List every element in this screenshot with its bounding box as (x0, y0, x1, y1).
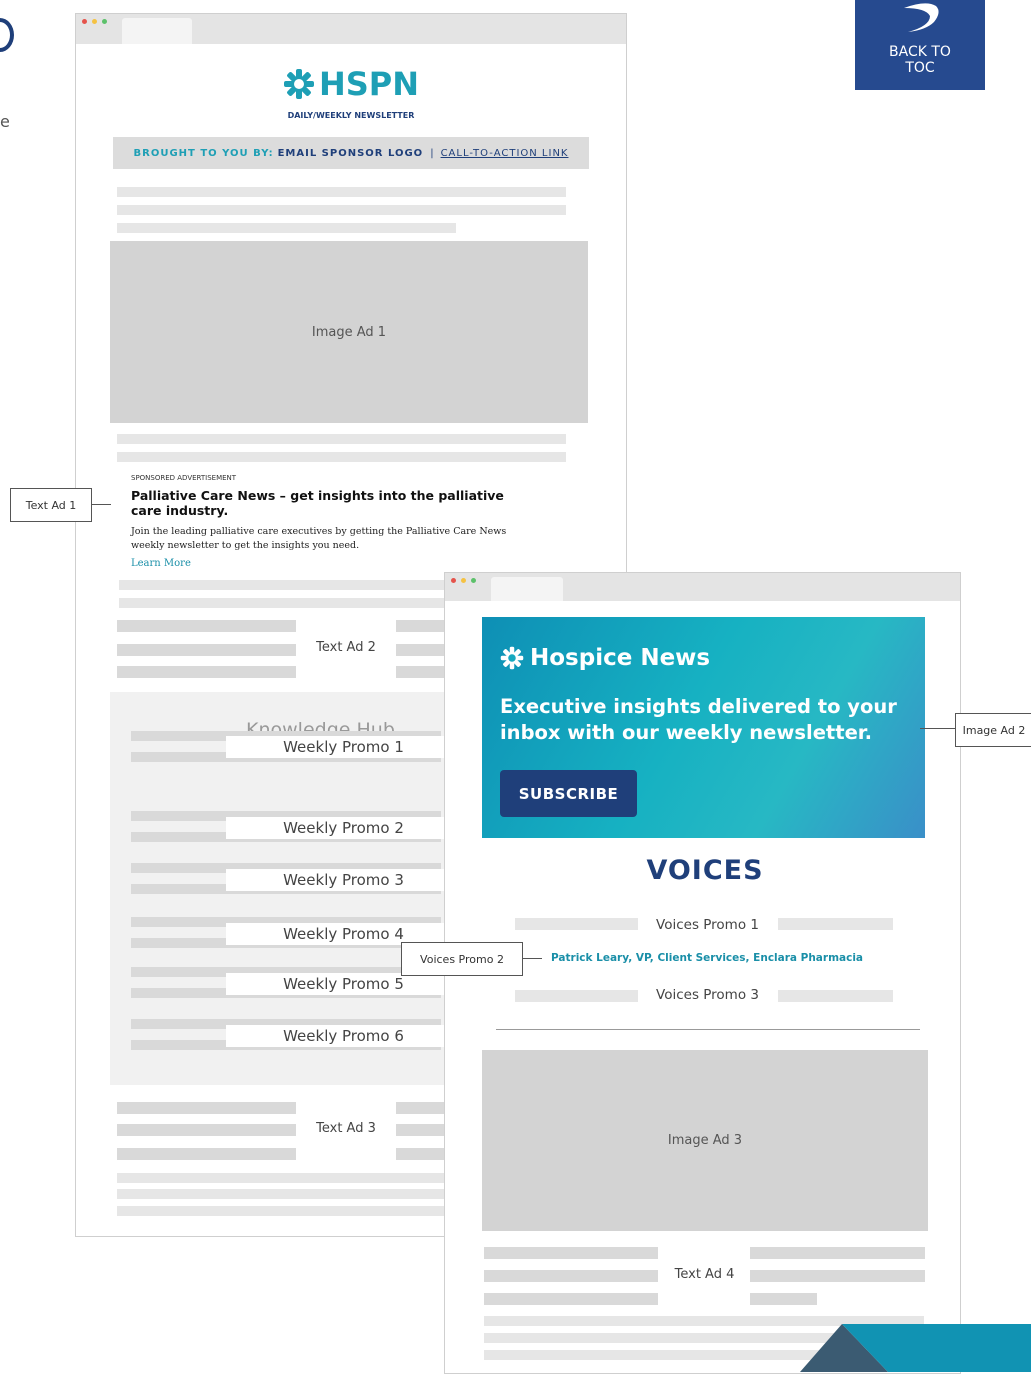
placeholder-line (117, 1148, 296, 1160)
voices-promo-1[interactable]: Voices Promo 1 (640, 917, 775, 933)
hospice-banner-text-line2: inbox with our weekly newsletter. (500, 721, 873, 744)
image-ad-2-callout: Image Ad 2 (955, 713, 1031, 747)
weekly-promo-1[interactable]: Weekly Promo 1 (226, 736, 461, 758)
cta-link[interactable]: CALL-TO-ACTION LINK (441, 148, 569, 159)
image-ad-1-label: Image Ad 1 (311, 324, 387, 340)
placeholder-line (396, 620, 446, 632)
window-minimize-dot[interactable] (461, 578, 466, 583)
placeholder-line (117, 452, 566, 462)
placeholder-line (396, 1124, 446, 1136)
placeholder-line (117, 644, 296, 656)
placeholder-line (750, 1270, 925, 1282)
placeholder-line (484, 1293, 658, 1305)
placeholder-line (515, 990, 638, 1002)
window-maximize-dot[interactable] (102, 19, 107, 24)
image-ad-3[interactable]: Image Ad 3 (482, 1050, 928, 1231)
learn-more-link[interactable]: Learn More (131, 558, 191, 569)
weekly-promo-2[interactable]: Weekly Promo 2 (226, 817, 461, 839)
text-ad-2-label[interactable]: Text Ad 2 (301, 640, 391, 655)
back-arrow-icon (904, 3, 939, 32)
placeholder-line (396, 1102, 446, 1114)
placeholder-line (396, 666, 446, 678)
hospice-news-banner[interactable]: Hospice News Executive insights delivere… (482, 617, 925, 838)
subscribe-button[interactable]: SUBSCRIBE (500, 770, 637, 817)
text-ad-1-callout: Text Ad 1 (10, 488, 92, 522)
subscribe-label: SUBSCRIBE (518, 784, 619, 803)
window-close-dot[interactable] (451, 578, 456, 583)
placeholder-line (117, 205, 566, 215)
placeholder-line (117, 666, 296, 678)
back-to-toc-line1: BACK TO (889, 44, 951, 60)
voices-logo: VOICES (646, 855, 764, 886)
weekly-promo-3[interactable]: Weekly Promo 3 (226, 869, 461, 891)
image-ad-2-callout-label: Image Ad 2 (962, 723, 1026, 737)
edge-text: e (0, 112, 10, 131)
sponsor-separator: | (430, 147, 434, 159)
text-ad-1-headline[interactable]: Palliative Care News – get insights into… (131, 488, 531, 518)
hospice-star-icon (500, 646, 524, 670)
sponsored-label: SPONSORED ADVERTISEMENT (131, 474, 237, 482)
voices-promo-2-callout: Voices Promo 2 (401, 942, 523, 976)
placeholder-line (778, 990, 893, 1002)
placeholder-line (396, 644, 446, 656)
window-maximize-dot[interactable] (471, 578, 476, 583)
hspn-subtitle: DAILY/WEEKLY NEWSLETTER (287, 111, 415, 120)
voices-promo-3[interactable]: Voices Promo 3 (640, 987, 775, 1003)
window-minimize-dot[interactable] (92, 19, 97, 24)
placeholder-line (515, 918, 638, 930)
placeholder-line (778, 918, 893, 930)
window-close-dot[interactable] (82, 19, 87, 24)
voices-promo-2-link[interactable]: Patrick Leary, VP, Client Services, Encl… (551, 952, 911, 964)
text-ad-1-callout-label: Text Ad 1 (25, 498, 77, 512)
sponsor-bar: BROUGHT TO YOU BY: EMAIL SPONSOR LOGO | … (113, 137, 589, 169)
voices-promo-2-callout-label: Voices Promo 2 (420, 952, 504, 966)
hospice-news-logo: Hospice News (500, 645, 710, 671)
sponsor-prefix: BROUGHT TO YOU BY: (133, 147, 274, 159)
text-ad-3-label[interactable]: Text Ad 3 (301, 1121, 391, 1136)
callout-line (91, 504, 111, 505)
placeholder-line (750, 1293, 817, 1305)
hspn-star-icon (283, 69, 314, 99)
text-ad-4-label[interactable]: Text Ad 4 (662, 1267, 747, 1282)
placeholder-line (117, 223, 456, 233)
placeholder-line (117, 620, 296, 632)
placeholder-line (117, 1124, 296, 1136)
text-ad-1-body: Join the leading palliative care executi… (131, 526, 507, 551)
placeholder-line (750, 1247, 925, 1259)
callout-line (920, 728, 955, 729)
placeholder-line (484, 1270, 658, 1282)
hospice-browser-tab[interactable] (491, 577, 563, 601)
hspn-browser-tab[interactable] (122, 18, 192, 44)
divider (496, 1029, 920, 1030)
back-to-toc-line2: TOC (905, 60, 935, 76)
placeholder-line (117, 187, 566, 197)
hspn-logo: HSPN (276, 64, 426, 104)
sponsor-logo: EMAIL SPONSOR LOGO (277, 147, 424, 159)
weekly-promo-6[interactable]: Weekly Promo 6 (226, 1025, 461, 1047)
image-ad-3-label: Image Ad 3 (667, 1133, 743, 1148)
placeholder-line (484, 1247, 658, 1259)
placeholder-line (117, 1102, 296, 1114)
callout-line (522, 958, 542, 959)
edge-circle (0, 18, 14, 52)
weekly-promo-5[interactable]: Weekly Promo 5 (226, 973, 461, 995)
hospice-banner-text-line1: Executive insights delivered to your (500, 695, 897, 718)
placeholder-line (396, 1148, 446, 1160)
corner-decoration (790, 1320, 1031, 1372)
hospice-news-title: Hospice News (530, 645, 711, 671)
hspn-logo-text: HSPN (318, 65, 420, 103)
placeholder-line (117, 434, 566, 444)
back-to-toc-button[interactable]: BACK TO TOC (855, 0, 985, 90)
image-ad-1[interactable]: Image Ad 1 (110, 241, 588, 423)
